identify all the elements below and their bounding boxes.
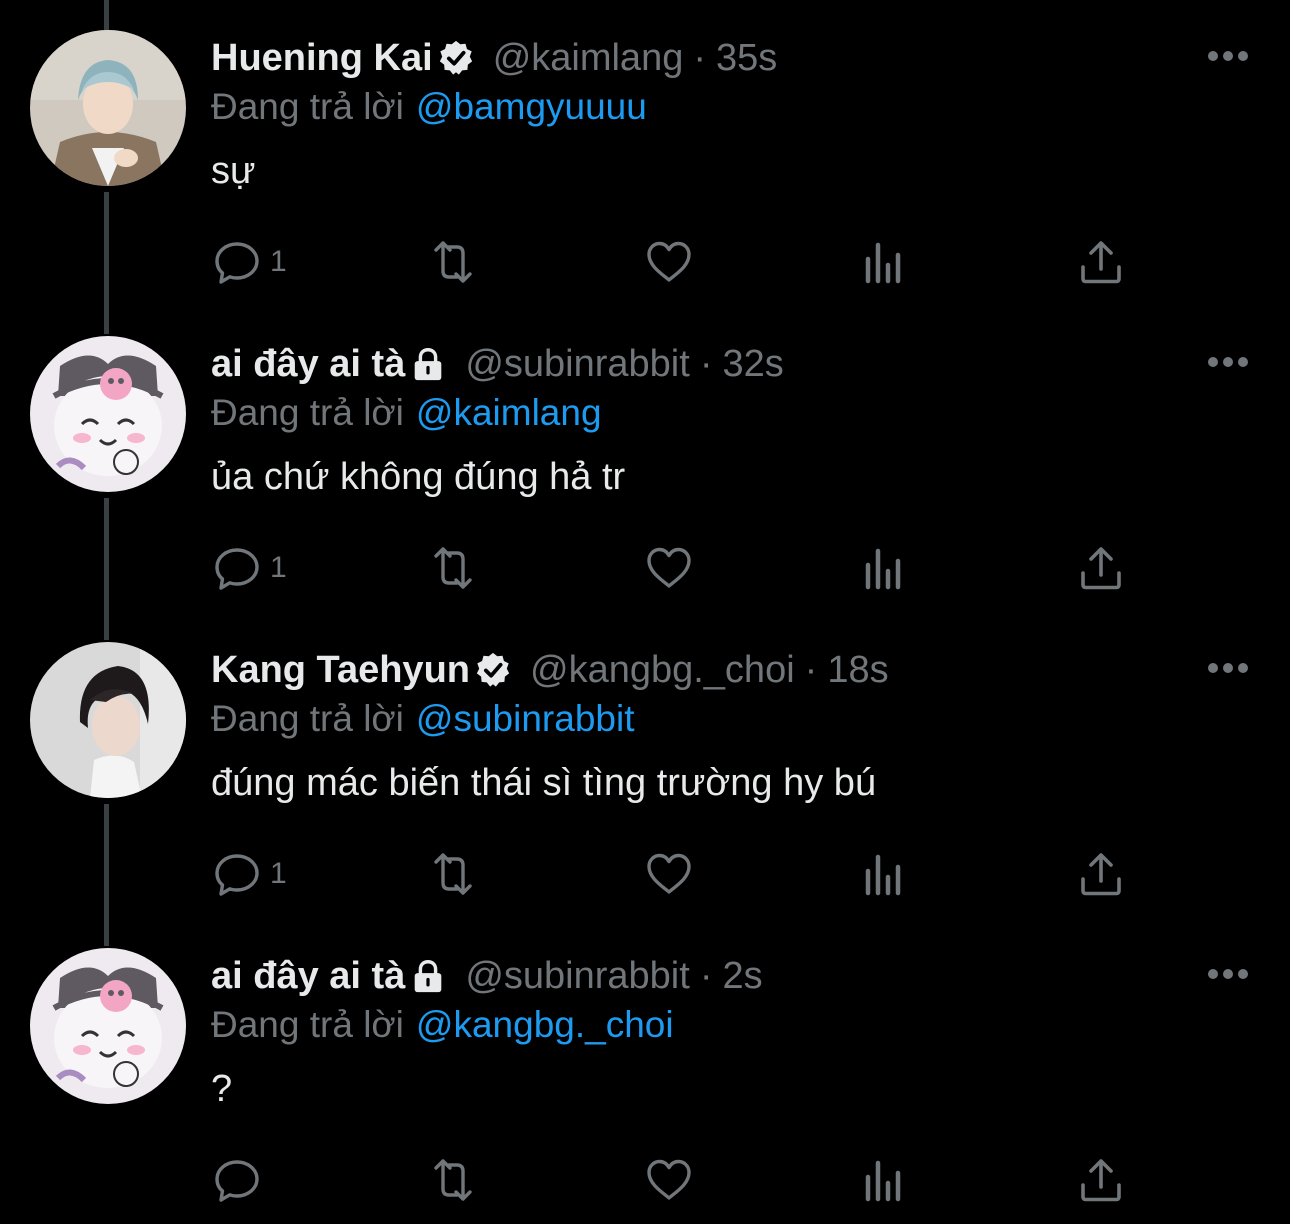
handle[interactable]: @subinrabbit xyxy=(465,955,689,998)
reply-context: Đang trả lời @kangbg._choi xyxy=(211,1004,674,1046)
reply-prefix: Đang trả lời xyxy=(211,1004,404,1045)
reply-count: 1 xyxy=(270,245,287,278)
reply-to-link[interactable]: @subinrabbit xyxy=(416,698,635,739)
separator-dot: · xyxy=(699,954,713,997)
reply-count: 1 xyxy=(270,551,287,584)
separator-dot: · xyxy=(804,648,818,691)
views-button[interactable] xyxy=(860,234,910,290)
tweet-actions: 1 xyxy=(0,234,1290,290)
tweet[interactable]: ai đây ai tà @subinrabbit · 2s Đang trả … xyxy=(0,918,1290,1224)
tweet-text: đúng mác biến thái sì tìng trường hy bú xyxy=(211,762,877,804)
tweet-text: ủa chứ không đúng hả tr xyxy=(211,456,626,498)
display-name[interactable]: ai đây ai tà xyxy=(211,955,405,998)
tweet-text: ? xyxy=(211,1068,233,1110)
tweet-actions: 1 xyxy=(0,540,1290,596)
retweet-button[interactable] xyxy=(428,846,478,902)
views-icon xyxy=(865,1160,901,1202)
more-icon[interactable] xyxy=(1206,348,1250,376)
more-icon[interactable] xyxy=(1206,960,1250,988)
reply-context: Đang trả lời @subinrabbit xyxy=(211,698,634,740)
separator-dot: · xyxy=(699,342,713,385)
avatar[interactable] xyxy=(30,642,186,798)
like-icon xyxy=(647,853,691,894)
avatar[interactable] xyxy=(30,948,186,1104)
reply-to-link[interactable]: @kangbg._choi xyxy=(416,1004,674,1045)
tweet-header: Kang Taehyun @kangbg._choi · 18s xyxy=(211,646,889,694)
lock-icon xyxy=(409,957,447,995)
tweet[interactable]: ai đây ai tà @subinrabbit · 32s Đang trả… xyxy=(0,306,1290,612)
share-button[interactable] xyxy=(1076,1152,1126,1208)
lock-icon xyxy=(409,345,447,383)
views-button[interactable] xyxy=(860,540,910,596)
tweet-header: ai đây ai tà @subinrabbit · 32s xyxy=(211,340,784,388)
views-icon xyxy=(865,548,901,590)
tweet[interactable]: Kang Taehyun @kangbg._choi · 18s Đang tr… xyxy=(0,612,1290,918)
share-button[interactable] xyxy=(1076,540,1126,596)
reply-to-link[interactable]: @kaimlang xyxy=(416,392,602,433)
retweet-icon xyxy=(434,1159,472,1201)
reply-button[interactable] xyxy=(212,1152,270,1208)
share-icon xyxy=(1081,547,1121,590)
reply-count: 1 xyxy=(270,857,287,890)
like-button[interactable] xyxy=(644,540,694,596)
retweet-icon xyxy=(434,853,472,895)
tweet-header: Huening Kai @kaimlang · 35s xyxy=(211,34,777,82)
retweet-icon xyxy=(434,547,472,589)
views-icon xyxy=(865,242,901,284)
tweet-text: sự xyxy=(211,150,256,192)
handle[interactable]: @kaimlang xyxy=(493,37,684,80)
retweet-icon xyxy=(434,241,472,283)
reply-context: Đang trả lời @bamgyuuuu xyxy=(211,86,647,128)
share-icon xyxy=(1081,853,1121,896)
more-icon[interactable] xyxy=(1206,654,1250,682)
views-button[interactable] xyxy=(860,1152,910,1208)
timestamp[interactable]: 18s xyxy=(827,649,888,692)
reply-icon xyxy=(215,854,259,896)
verified-icon xyxy=(474,651,512,689)
share-icon xyxy=(1081,241,1121,284)
handle[interactable]: @subinrabbit xyxy=(465,343,689,386)
views-icon xyxy=(865,854,901,896)
reply-to-link[interactable]: @bamgyuuuu xyxy=(416,86,647,127)
reply-icon xyxy=(215,1160,259,1202)
tweet-actions: 1 xyxy=(0,846,1290,902)
retweet-button[interactable] xyxy=(428,1152,478,1208)
like-button[interactable] xyxy=(644,234,694,290)
avatar[interactable] xyxy=(30,30,186,186)
like-button[interactable] xyxy=(644,846,694,902)
display-name[interactable]: ai đây ai tà xyxy=(211,343,405,386)
reply-context: Đang trả lời @kaimlang xyxy=(211,392,602,434)
reply-icon xyxy=(215,548,259,590)
share-button[interactable] xyxy=(1076,234,1126,290)
share-button[interactable] xyxy=(1076,846,1126,902)
tweet-header: ai đây ai tà @subinrabbit · 2s xyxy=(211,952,763,1000)
verified-icon xyxy=(437,39,475,77)
display-name[interactable]: Huening Kai xyxy=(211,37,433,80)
reply-prefix: Đang trả lời xyxy=(211,86,404,127)
like-icon xyxy=(647,1159,691,1200)
reply-icon xyxy=(215,242,259,284)
like-icon xyxy=(647,547,691,588)
retweet-button[interactable] xyxy=(428,540,478,596)
reply-button[interactable]: 1 xyxy=(212,846,287,902)
separator-dot: · xyxy=(693,36,706,79)
reply-button[interactable]: 1 xyxy=(212,234,287,290)
handle[interactable]: @kangbg._choi xyxy=(530,649,795,692)
retweet-button[interactable] xyxy=(428,234,478,290)
reply-button[interactable]: 1 xyxy=(212,540,287,596)
more-icon[interactable] xyxy=(1206,42,1250,70)
tweet[interactable]: Huening Kai @kaimlang · 35s Đang trả lời… xyxy=(0,0,1290,306)
share-icon xyxy=(1081,1159,1121,1202)
like-button[interactable] xyxy=(644,1152,694,1208)
like-icon xyxy=(647,241,691,282)
reply-prefix: Đang trả lời xyxy=(211,392,404,433)
avatar[interactable] xyxy=(30,336,186,492)
reply-prefix: Đang trả lời xyxy=(211,698,404,739)
timestamp[interactable]: 2s xyxy=(722,955,762,998)
tweet-actions xyxy=(0,1152,1290,1208)
timestamp[interactable]: 32s xyxy=(722,343,783,386)
display-name[interactable]: Kang Taehyun xyxy=(211,649,470,692)
views-button[interactable] xyxy=(860,846,910,902)
timestamp[interactable]: 35s xyxy=(716,37,777,80)
